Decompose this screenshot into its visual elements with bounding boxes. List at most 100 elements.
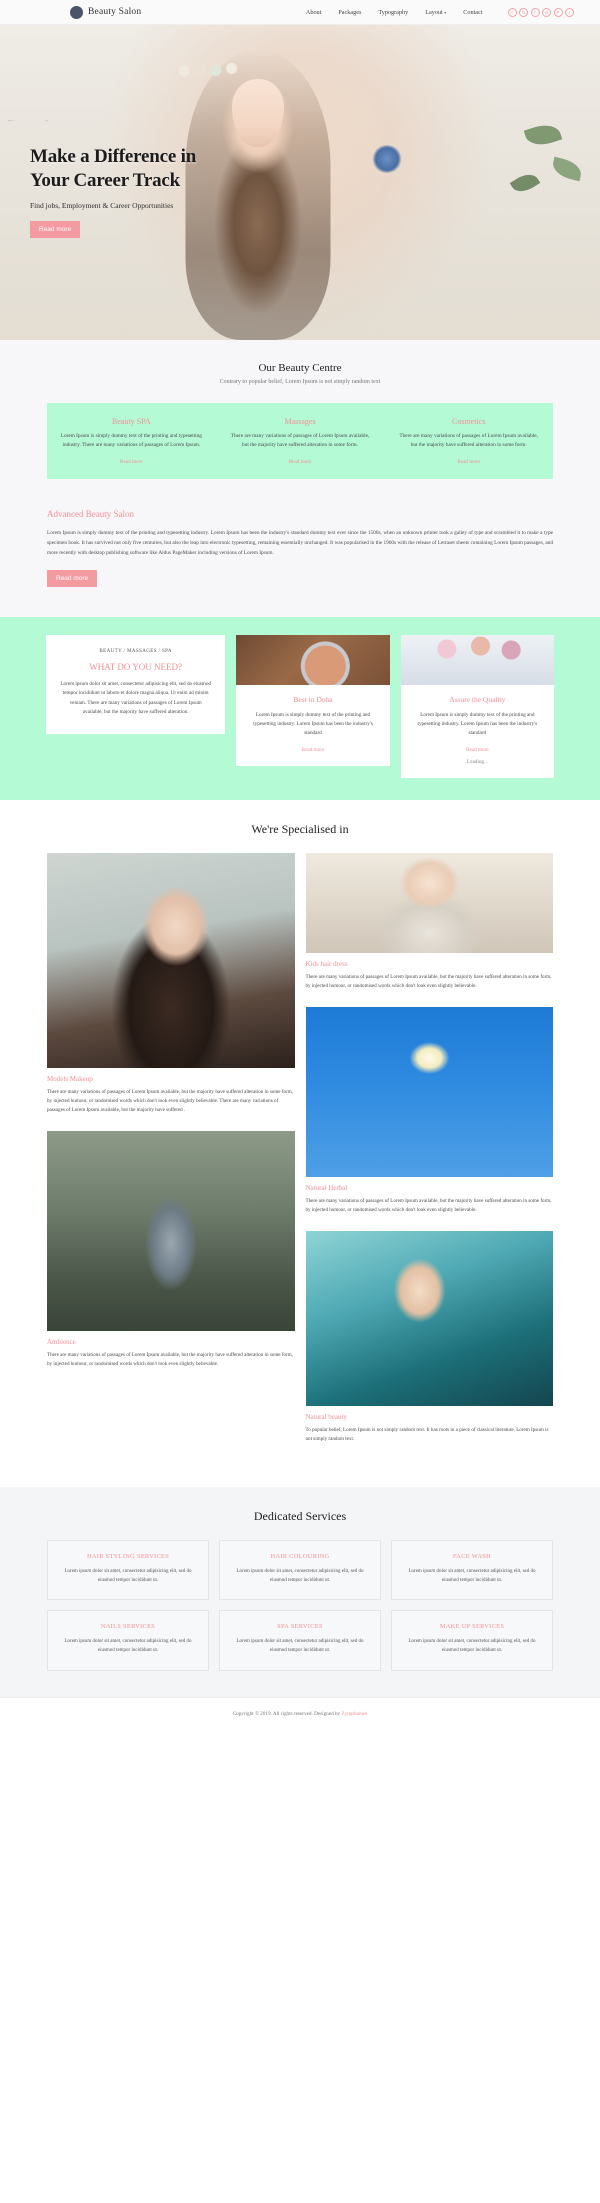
leaf-icon xyxy=(509,169,541,197)
service-body: Lorem ipsum dolor sit amet, consectetur … xyxy=(236,1568,364,1583)
nav-item-about[interactable]: About xyxy=(306,9,321,16)
hero-banner: Make a Difference in Your Career Track F… xyxy=(0,25,600,340)
card-beauty-spa: Beauty SPA Lorem Ipsum is simply dummy t… xyxy=(47,417,216,465)
card-body: Lorem Ipsum is simply dummy text of the … xyxy=(60,433,202,449)
footer-copyright: Copyright © 2019. All rights reserved. D… xyxy=(233,1711,368,1717)
best-in-doha-card: Best in Doha Lorem Ipsum is simply dummy… xyxy=(236,634,390,766)
service-body: Lorem ipsum dolor sit amet, consectetur … xyxy=(408,1639,536,1654)
copyright-text: Copyright © 2019. All rights reserved. D… xyxy=(232,1711,342,1718)
gallery-item-natural-herbal: Natural Herbal There are many variations… xyxy=(305,1006,553,1215)
loading-status: Loading... xyxy=(466,758,488,765)
kids-hair-dress-image[interactable] xyxy=(305,852,553,953)
specialised-section: We're Specialised in Models Makeup There… xyxy=(0,799,600,1487)
pinterest-icon[interactable]: P xyxy=(553,7,563,17)
gallery-column-right: Kids hair dress There are many variation… xyxy=(305,852,553,1461)
nav-item-packages[interactable]: Packages xyxy=(338,9,361,16)
chevron-down-icon: ▾ xyxy=(444,9,447,15)
site-header: Beauty Salon About Packages Typography L… xyxy=(0,0,600,25)
gallery-item-body: There are many variations of passages of… xyxy=(47,1088,294,1113)
gallery-item-title: Natural beauty xyxy=(305,1413,347,1422)
service-spa[interactable]: SPA SERVICES Lorem ipsum dolor sit amet,… xyxy=(219,1610,381,1671)
card-read-more-link[interactable]: Read more xyxy=(59,459,204,465)
card-title: Beauty SPA xyxy=(112,417,151,426)
makeup-brushes-image xyxy=(400,634,554,685)
service-body: Lorem ipsum dolor sit amet, consectetur … xyxy=(64,1568,192,1583)
gallery-column-left: Models Makeup There are many variations … xyxy=(47,852,295,1386)
gallery-item-body: There are many variations of passages of… xyxy=(305,1197,552,1214)
advanced-salon-section: Advanced Beauty Salon Lorem Ipsum is sim… xyxy=(0,508,600,617)
advanced-salon-body: Lorem Ipsum is simply dummy text of the … xyxy=(47,529,553,557)
ambience-swing-image[interactable] xyxy=(47,1131,295,1332)
nav-item-typography[interactable]: Typography xyxy=(378,9,408,16)
hero-title-line1: Make a Difference in xyxy=(30,146,197,167)
hero-title: Make a Difference in Your Career Track xyxy=(30,145,196,194)
beauty-centre-title: Our Beauty Centre xyxy=(258,362,342,374)
gallery-item-body: There are many variations of passages of… xyxy=(305,973,552,989)
gallery-item-body: To popular belief, Lorem Ipsum is not si… xyxy=(305,1427,549,1443)
card-body: Lorem Ipsum is simply dummy text of the … xyxy=(417,711,538,737)
hero-text-block: Make a Difference in Your Career Track F… xyxy=(30,145,196,238)
service-name: HAIR COLOURING xyxy=(270,1552,330,1560)
service-nails[interactable]: NAILS SERVICES Lorem ipsum dolor sit ame… xyxy=(47,1610,209,1671)
nav-item-layout[interactable]: Layout ▾ xyxy=(425,9,446,16)
card-heading: Best in Doha xyxy=(293,694,333,704)
assure-the-quality-card: Assure the Quality Lorem Ipsum is simply… xyxy=(400,634,554,778)
card-title: Massages xyxy=(284,417,316,426)
service-body: Lorem ipsum dolor sit amet, consectetur … xyxy=(408,1568,536,1583)
natural-beauty-image[interactable] xyxy=(305,1231,553,1407)
card-body: There are many variations of passages of… xyxy=(230,433,370,449)
service-name: SPA SERVICES xyxy=(277,1623,323,1631)
service-name: HAIR STYLING SERVICES xyxy=(86,1552,170,1560)
card-body: There are many variations of passages of… xyxy=(399,433,538,449)
service-make-up[interactable]: MAKE UP SERVICES Lorem ipsum dolor sit a… xyxy=(391,1610,553,1671)
service-hair-colouring[interactable]: HAIR COLOURING Lorem ipsum dolor sit ame… xyxy=(219,1539,381,1601)
service-name: NAILS SERVICES xyxy=(100,1623,156,1631)
card-kicker: BEAUTY / MASSAGES / SPA xyxy=(99,648,172,654)
gallery-item-body: There are many variations of passages of… xyxy=(47,1352,294,1368)
facebook-icon[interactable]: f xyxy=(507,7,517,17)
gallery-item-kids-hair-dress: Kids hair dress There are many variation… xyxy=(305,852,553,991)
card-read-more-link[interactable]: Read more xyxy=(413,747,542,753)
logo-circle-icon xyxy=(70,5,83,19)
models-makeup-image[interactable] xyxy=(47,852,295,1068)
gallery-item-title: Ambience xyxy=(47,1338,76,1347)
social-links: f G t in P r xyxy=(507,7,574,17)
twitter-icon[interactable]: t xyxy=(530,7,540,17)
nav-item-contact[interactable]: Contact xyxy=(463,9,482,16)
powder-compact-image xyxy=(236,634,390,685)
card-heading: WHAT DO YOU NEED? xyxy=(89,661,183,672)
hero-read-more-button[interactable]: Read more xyxy=(30,220,81,238)
gallery-item-ambience: Ambience There are many variations of pa… xyxy=(47,1131,295,1369)
designer-link[interactable]: Zymphonies xyxy=(341,1711,367,1717)
dedicated-services-section: Dedicated Services HAIR STYLING SERVICES… xyxy=(0,1486,600,1697)
flower-crown-decoration xyxy=(174,59,246,80)
hero-title-line2: Your Career Track xyxy=(30,170,180,192)
blue-rose-decoration xyxy=(372,144,402,173)
dedicated-services-grid: HAIR STYLING SERVICES Lorem ipsum dolor … xyxy=(0,1539,600,1671)
card-read-more-link[interactable]: Read more xyxy=(248,747,377,753)
service-name: MAKE UP SERVICES xyxy=(439,1623,505,1631)
service-name: FACE WASH xyxy=(452,1552,492,1560)
card-title: Cosmetics xyxy=(452,417,486,426)
card-heading: Assure the Quality xyxy=(449,694,506,704)
rss-icon[interactable]: r xyxy=(565,7,574,17)
card-read-more-link[interactable]: Read more xyxy=(228,459,373,465)
gallery-item-natural-beauty: Natural beauty To popular belief, Lorem … xyxy=(305,1231,553,1444)
mint-feature-section: BEAUTY / MASSAGES / SPA WHAT DO YOU NEED… xyxy=(0,616,600,800)
service-hair-styling[interactable]: HAIR STYLING SERVICES Lorem ipsum dolor … xyxy=(47,1539,209,1601)
specialised-title: We're Specialised in xyxy=(251,821,349,836)
main-navigation: About Packages Typography Layout ▾ Contac… xyxy=(306,7,574,17)
google-plus-icon[interactable]: G xyxy=(519,7,528,17)
linkedin-icon[interactable]: in xyxy=(542,7,551,17)
card-massages: Massages There are many variations of pa… xyxy=(216,417,385,465)
leaf-icon xyxy=(550,156,584,182)
gallery-item-title: Models Makeup xyxy=(47,1074,93,1083)
dedicated-services-title: Dedicated Services xyxy=(253,1508,347,1523)
advanced-read-more-button[interactable]: Read more xyxy=(47,569,98,587)
card-body: Lorem ipsum dolor sit amet, consectetur … xyxy=(60,680,212,716)
service-face-wash[interactable]: FACE WASH Lorem ipsum dolor sit amet, co… xyxy=(391,1539,553,1601)
natural-herbal-flower-image[interactable] xyxy=(305,1006,553,1177)
advanced-salon-title: Advanced Beauty Salon xyxy=(47,508,134,519)
brand-logo[interactable]: Beauty Salon xyxy=(70,5,141,19)
card-read-more-link[interactable]: Read more xyxy=(396,459,541,465)
